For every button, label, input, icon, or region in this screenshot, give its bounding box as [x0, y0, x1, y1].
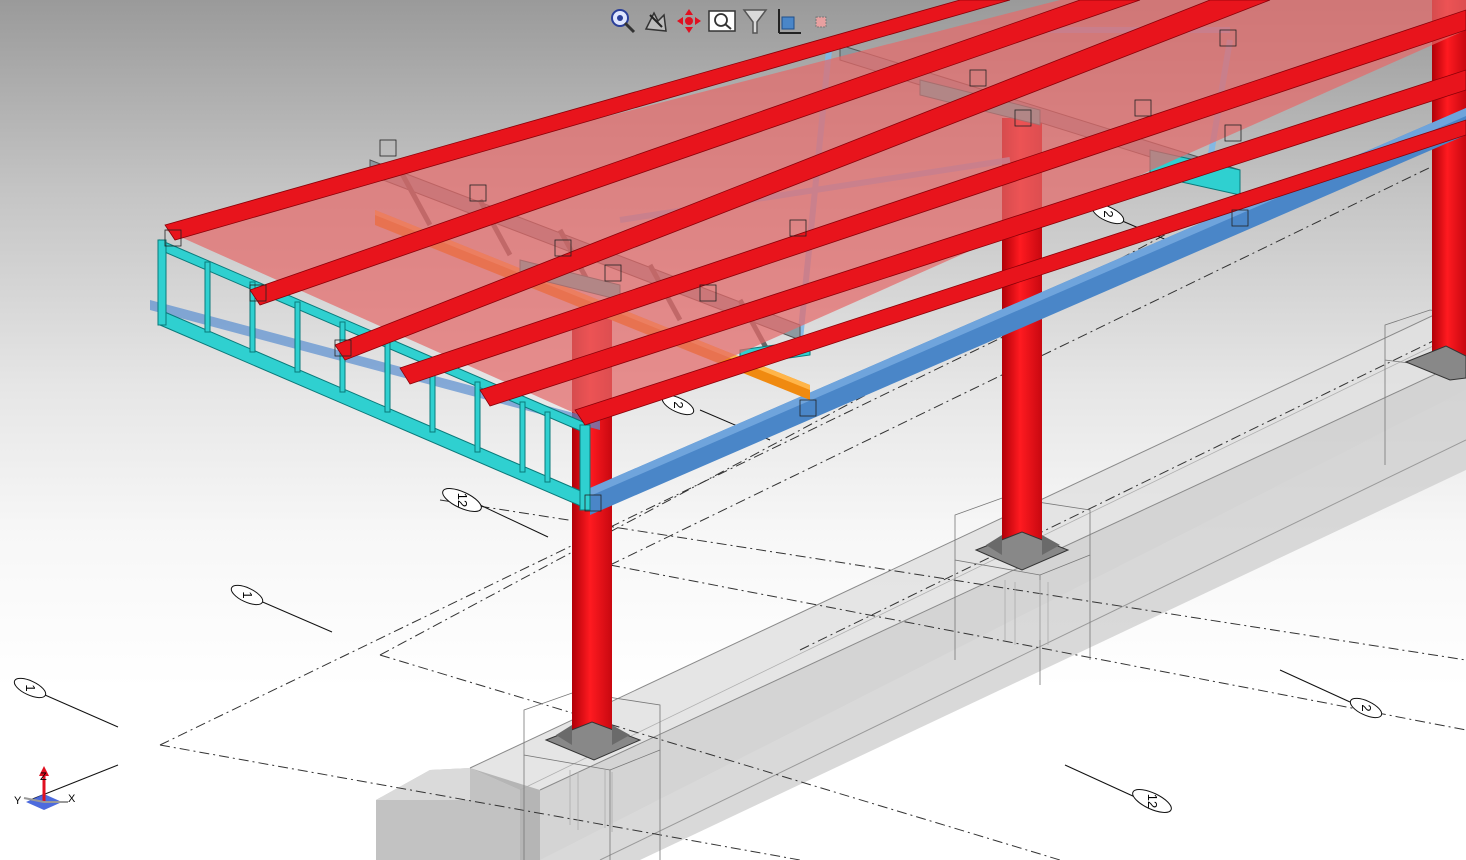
model-viewport[interactable]: 1 1 12 2 2 12 2 Z X Y — [0, 0, 1466, 860]
grid-bubble-1b[interactable]: 1 — [229, 581, 266, 608]
orbit-button[interactable] — [608, 5, 638, 37]
grid-bubble-12b[interactable]: 12 — [1129, 783, 1175, 818]
filter-button[interactable] — [740, 5, 770, 37]
grid-bubble-2c[interactable]: 2 — [1348, 694, 1385, 721]
pan-button[interactable] — [641, 5, 671, 37]
view-cube-icon — [773, 5, 803, 37]
grid-label: 2 — [1359, 704, 1374, 711]
axis-z-label: Z — [40, 771, 47, 783]
grid-label: 1 — [240, 591, 255, 598]
axis-y-label: Y — [14, 795, 22, 807]
grid-bubble-12a[interactable]: 12 — [439, 482, 485, 517]
axis-x-label: X — [68, 793, 76, 805]
filter-icon — [741, 6, 769, 36]
section-box-button[interactable] — [806, 5, 836, 37]
grid-label: 2 — [671, 401, 686, 408]
zoom-window-icon — [707, 7, 737, 35]
grid-bubble-1a[interactable]: 1 — [12, 674, 49, 701]
move-icon — [675, 7, 703, 35]
grid-label: 12 — [1145, 794, 1160, 808]
axis-triad: Z X Y — [14, 766, 76, 810]
column-3 — [1432, 0, 1466, 360]
section-box-icon — [810, 7, 832, 35]
view-toolbar — [608, 4, 836, 38]
view-cube-button[interactable] — [773, 5, 803, 37]
zoom-window-button[interactable] — [707, 5, 737, 37]
grid-label: 12 — [455, 493, 470, 507]
move-button[interactable] — [674, 5, 704, 37]
pan-icon — [642, 7, 670, 35]
grid-label: 2 — [1101, 210, 1116, 217]
grid-label: 1 — [23, 684, 38, 691]
orbit-icon — [609, 7, 637, 35]
